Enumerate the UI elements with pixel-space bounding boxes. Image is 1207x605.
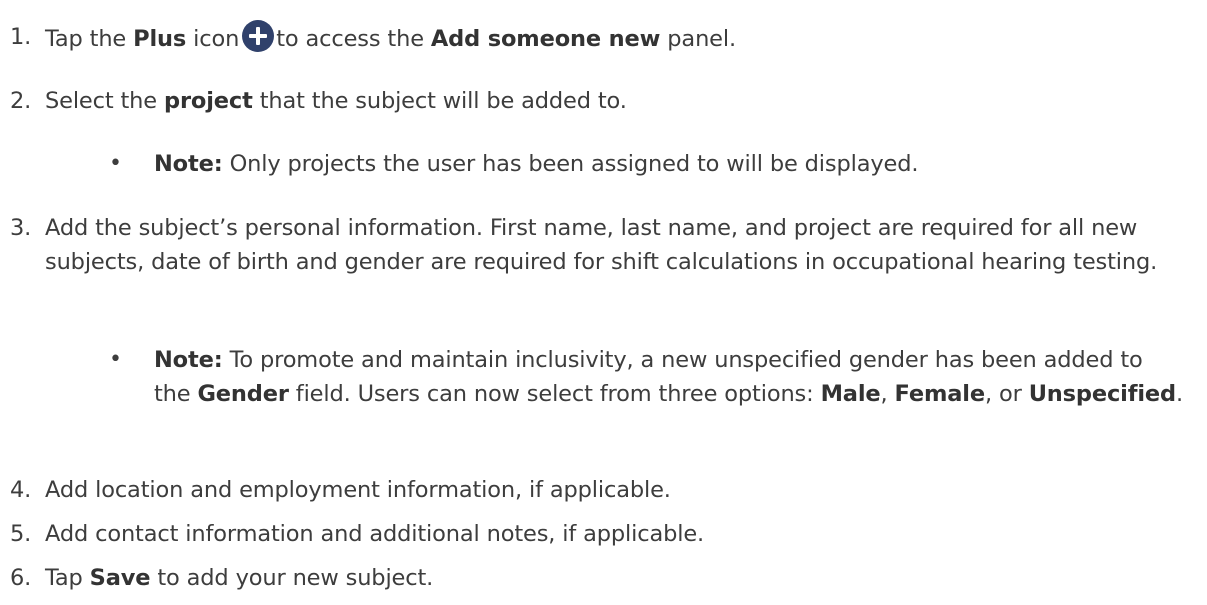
plus-circle-icon [242, 20, 275, 52]
save-label: Save [89, 565, 151, 591]
add-someone-new-label: Add someone new [430, 26, 661, 52]
note-label: Note: [154, 347, 223, 373]
note-text: Note: Only projects the user has been as… [154, 151, 919, 177]
step-4: 4. Add location and employment informati… [0, 473, 1200, 507]
bullet: • [109, 347, 122, 372]
male-label: Male [820, 381, 881, 407]
step-number: 2. [10, 88, 32, 114]
step-number: 4. [10, 477, 32, 503]
step-text: Add the subject’s personal information. … [45, 215, 1158, 275]
step-text: Select the project that the subject will… [45, 88, 627, 114]
plus-label: Plus [133, 26, 187, 52]
step-number: 3. [10, 215, 32, 241]
step-number: 5. [10, 521, 32, 547]
step-6: 6. Tap Save to add your new subject. [0, 561, 1200, 595]
note-1: • Note: Only projects the user has been … [0, 147, 1200, 181]
step-3: 3. Add the subject’s personal informatio… [0, 211, 1200, 279]
step-2: 2. Select the project that the subject w… [0, 84, 1200, 118]
step-text: Tap Save to add your new subject. [45, 565, 434, 591]
step-text: Tap the Plus icon to access the Add someo… [45, 20, 1185, 56]
step-5: 5. Add contact information and additiona… [0, 517, 1200, 551]
female-label: Female [894, 381, 986, 407]
note-label: Note: [154, 151, 223, 177]
step-number: 1. [10, 24, 32, 50]
bullet: • [109, 151, 122, 176]
note-text: Note: To promote and maintain inclusivit… [154, 347, 1184, 407]
project-label: project [164, 88, 253, 114]
gender-label: Gender [197, 381, 289, 407]
step-1: 1. Tap the Plus icon to access the Add so… [0, 20, 1200, 56]
step-text: Add location and employment information,… [45, 477, 671, 503]
step-number: 6. [10, 565, 32, 591]
note-2: • Note: To promote and maintain inclusiv… [0, 343, 1200, 411]
step-text: Add contact information and additional n… [45, 521, 705, 547]
unspecified-label: Unspecified [1028, 381, 1177, 407]
